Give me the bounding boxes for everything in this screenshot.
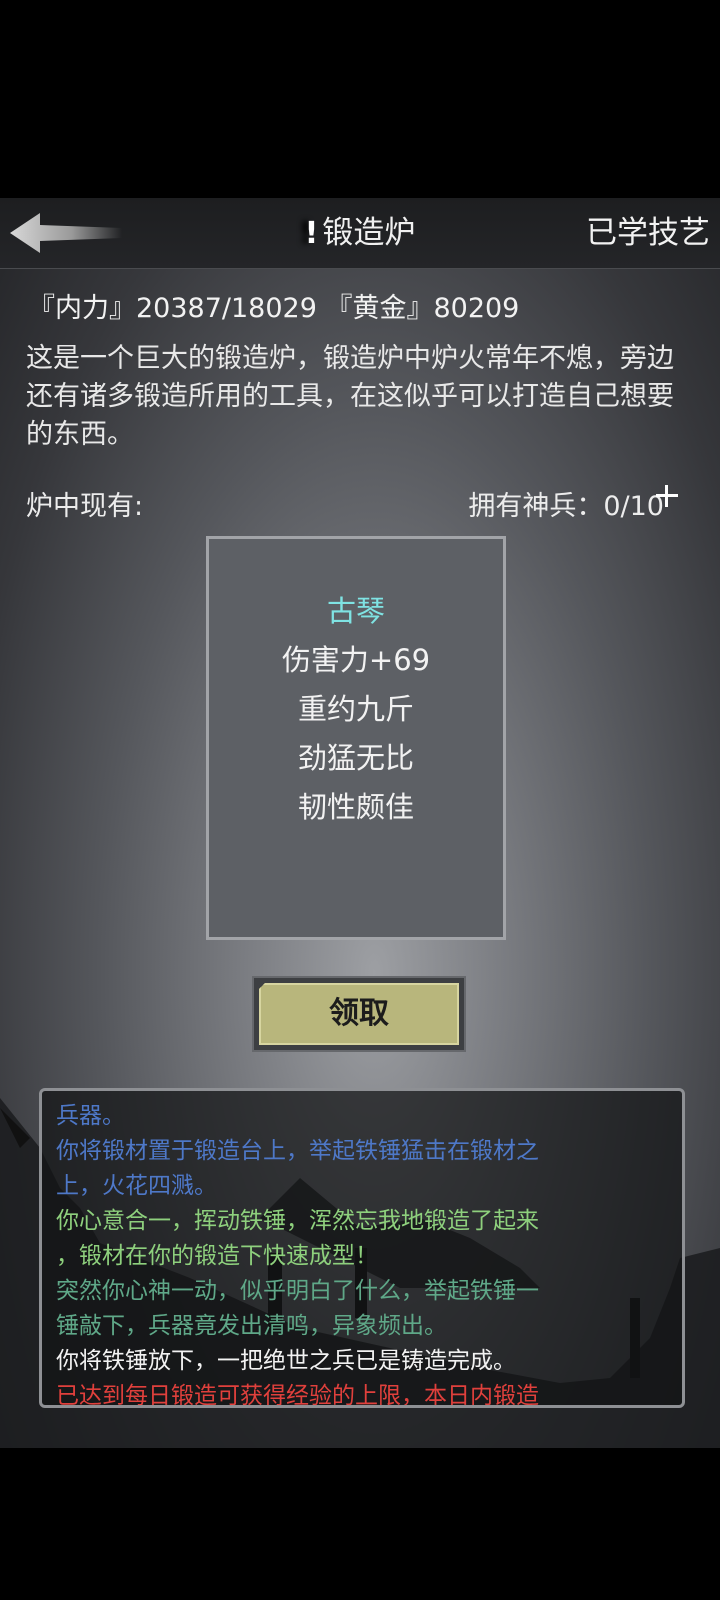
log-line: 突然你心神一动，似乎明白了什么，举起铁锤一 [56,1278,539,1304]
back-button[interactable] [6,210,126,256]
forge-screen: ! 锻造炉 已学技艺 『内力』20387/18029 『黄金』80209 这是一个… [0,198,720,1448]
item-attribute: 伤害力+69 [281,643,431,677]
furnace-contents-label: 炉中现有: [26,491,144,522]
forge-log[interactable]: 兵器。 你将锻材置于锻造台上，举起铁锤猛击在锻材之 上，火花四溅。 你心意合一，… [39,1088,685,1408]
plus-icon[interactable] [652,481,682,511]
claim-button[interactable]: 领取 [259,983,459,1045]
log-line: 你将锻材置于锻造台上，举起铁锤猛击在锻材之 [56,1138,539,1164]
item-name: 古琴 [326,594,385,628]
owned-weapons-count: 拥有神兵：0/10 [468,491,664,522]
back-arrow-icon [10,213,122,253]
log-line: 已达到每日锻造可获得经验的上限，本日内锻造 [56,1383,539,1408]
item-attribute: 韧性颇佳 [297,790,414,824]
page-title: 锻造炉 [322,215,416,251]
log-line: 兵器。 [56,1103,125,1129]
item-attribute: 劲猛无比 [297,741,414,775]
log-line: 上，火花四溅。 [56,1173,217,1199]
learned-skills-button[interactable]: 已学技艺 [586,198,710,268]
top-bar: ! 锻造炉 已学技艺 [0,198,720,269]
log-line: ，锻材在你的锻造下快速成型！ [56,1243,378,1269]
resource-stats: 『内力』20387/18029 『黄金』80209 [28,293,520,324]
title-mark: ! [304,216,319,251]
forge-description: 这是一个巨大的锻造炉，锻造炉中炉火常年不熄，旁边还有诸多锻造所用的工具，在这似乎… [26,343,674,450]
log-line: 你心意合一，挥动铁锤，浑然忘我地锻造了起来 [56,1208,539,1234]
log-line: 你将铁锤放下，一把绝世之兵已是铸造完成。 [56,1348,516,1374]
item-attribute: 重约九斤 [297,692,414,726]
log-line: 锤敲下，兵器竟发出清鸣，异象频出。 [56,1313,447,1339]
forged-item-card: 古琴 伤害力+69 重约九斤 劲猛无比 韧性颇佳 [206,536,506,940]
